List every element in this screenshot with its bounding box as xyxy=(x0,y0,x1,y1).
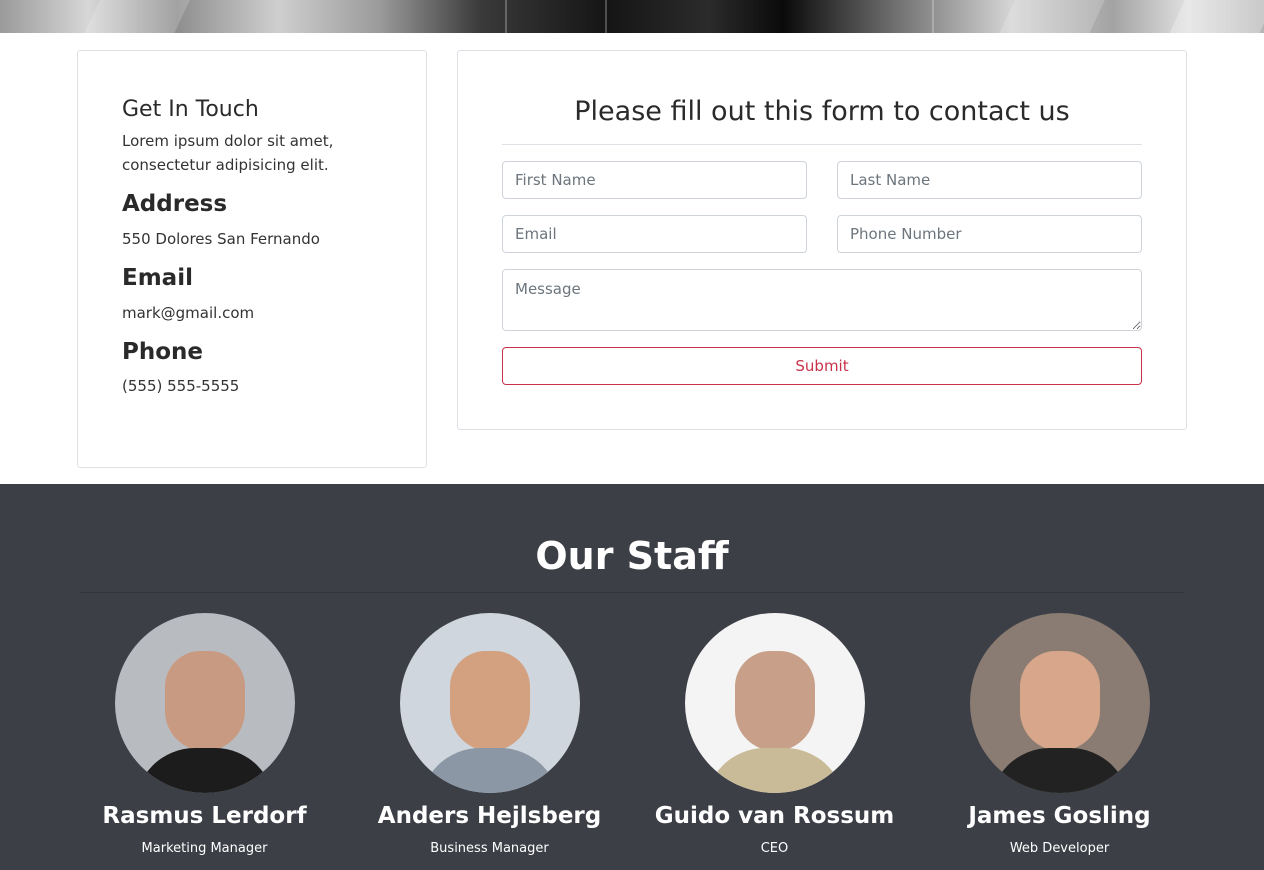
staff-member: Guido van Rossum CEO xyxy=(632,613,917,856)
address-heading: Address xyxy=(122,191,228,218)
staff-name: Anders Hejlsberg xyxy=(377,803,602,829)
staff-member: Rasmus Lerdorf Marketing Manager xyxy=(62,613,347,856)
staff-role: Marketing Manager xyxy=(141,841,268,856)
submit-button[interactable]: Submit xyxy=(502,347,1142,385)
staff-avatar xyxy=(399,613,580,793)
phone-number-input[interactable] xyxy=(837,215,1142,253)
staff-name: Guido van Rossum xyxy=(654,803,895,829)
staff-member: Anders Hejlsberg Business Manager xyxy=(347,613,632,856)
hero-banner-image xyxy=(0,0,1264,33)
contact-info-card: Get In Touch Lorem ipsum dolor sit amet,… xyxy=(77,50,427,468)
first-name-input[interactable] xyxy=(502,161,807,199)
contact-form: Please fill out this form to contact us … xyxy=(457,50,1187,430)
address-text: 550 Dolores San Fernando xyxy=(122,229,320,248)
staff-avatar xyxy=(114,613,295,793)
staff-role: CEO xyxy=(760,841,789,856)
staff-role: Business Manager xyxy=(430,841,549,856)
email-input[interactable] xyxy=(502,215,807,253)
staff-avatar xyxy=(684,613,865,793)
get-in-touch-heading: Get In Touch xyxy=(122,97,259,122)
staff-name: Rasmus Lerdorf xyxy=(102,803,307,829)
phone-text: (555) 555-5555 xyxy=(122,377,240,396)
phone-heading: Phone xyxy=(122,338,204,365)
staff-role: Web Developer xyxy=(1009,841,1110,856)
staff-avatar xyxy=(969,613,1150,793)
message-textarea[interactable] xyxy=(502,269,1142,331)
get-in-touch-text: Lorem ipsum dolor sit amet, consectetur … xyxy=(122,132,334,175)
email-text: mark@gmail.com xyxy=(122,303,255,322)
staff-name: James Gosling xyxy=(968,803,1151,829)
staff-member: James Gosling Web Developer xyxy=(917,613,1202,856)
last-name-input[interactable] xyxy=(837,161,1142,199)
staff-section: Our Staff Rasmus Lerdorf Marketing Manag… xyxy=(0,484,1264,870)
form-title: Please fill out this form to contact us xyxy=(502,51,1142,145)
email-heading: Email xyxy=(122,264,193,291)
staff-title: Our Staff xyxy=(80,534,1184,593)
